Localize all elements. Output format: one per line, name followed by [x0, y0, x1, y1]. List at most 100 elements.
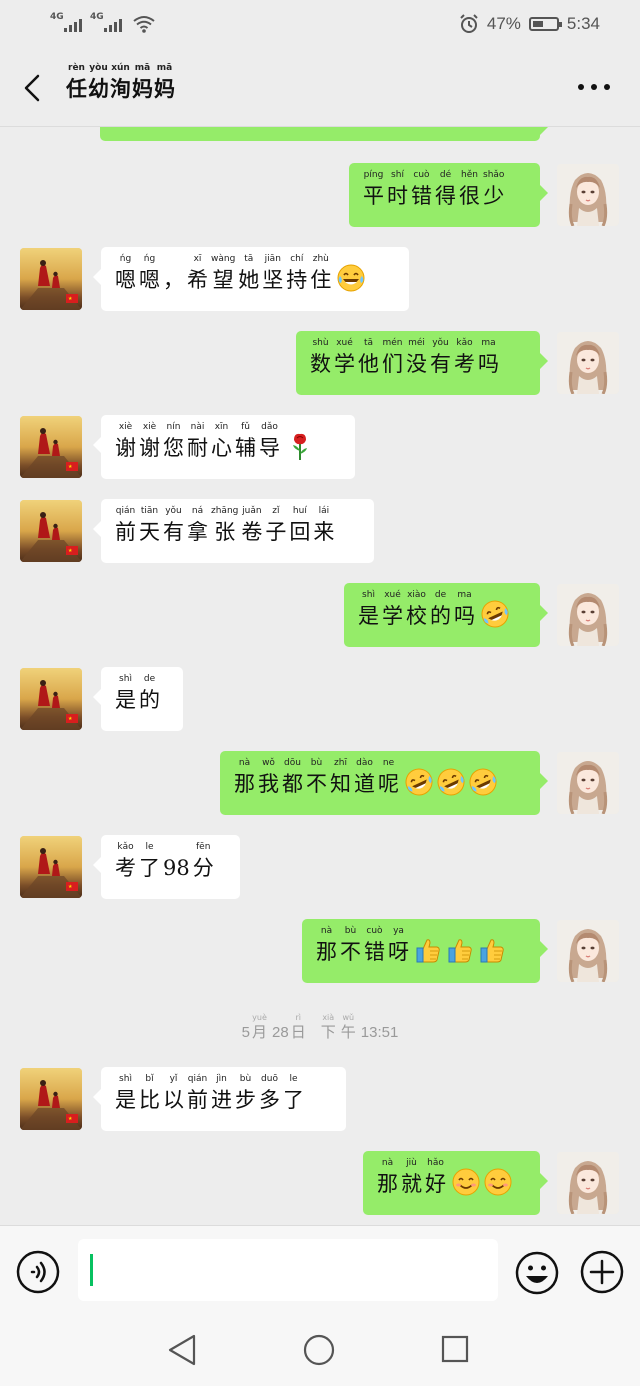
- pinyin: yǐ: [169, 1074, 178, 1084]
- pinyin: jiù: [406, 1158, 417, 1168]
- nav-recent-apps-icon[interactable]: [441, 1335, 469, 1363]
- rofl-emoji-icon: [480, 599, 510, 629]
- pinyin: ya: [393, 926, 404, 936]
- battery-icon: [528, 17, 562, 31]
- pinyin: tiān: [140, 506, 159, 516]
- contact-avatar[interactable]: ★: [20, 668, 82, 730]
- pinyin: le: [145, 842, 154, 852]
- message-char: bǐ 比: [139, 1073, 160, 1115]
- my-avatar[interactable]: [557, 1152, 619, 1214]
- battery-percent: 47%: [486, 14, 521, 33]
- my-avatar[interactable]: [557, 332, 619, 394]
- my-avatar[interactable]: [557, 164, 619, 226]
- sent-message-bubble[interactable]: nà 那 wǒ 我 dōu 都 bù 不 zhī 知 dào 道 ne 呢: [220, 751, 548, 815]
- hanzi: 学: [382, 604, 403, 628]
- message-char: ，: [163, 253, 184, 295]
- message-char: xué 学: [334, 337, 355, 379]
- message-input[interactable]: [78, 1239, 498, 1301]
- pinyin: chí: [290, 254, 304, 264]
- my-avatar[interactable]: [557, 752, 619, 814]
- hanzi: 步: [235, 1088, 256, 1112]
- pinyin: zhāng: [211, 506, 239, 516]
- pinyin: bù: [239, 1074, 252, 1084]
- nav-home-icon[interactable]: [303, 1334, 335, 1366]
- message-char: le 了: [283, 1073, 304, 1115]
- message-char: xiè 谢: [139, 421, 160, 463]
- hanzi: 好: [425, 1172, 446, 1196]
- more-functions-icon[interactable]: [580, 1250, 624, 1294]
- hanzi: 张: [214, 520, 236, 544]
- message-char: ńg 嗯: [139, 253, 160, 295]
- message-char: ná 拿: [187, 505, 208, 547]
- received-message-bubble[interactable]: shì 是 bǐ 比 yǐ 以 qián 前 jìn 进 bù 步 duō 多 le 了: [93, 1067, 346, 1131]
- hanzi: 吗: [478, 352, 499, 376]
- hanzi: 子: [265, 520, 287, 544]
- emoji-picker-icon[interactable]: [514, 1250, 560, 1296]
- pinyin: méi: [408, 338, 425, 348]
- my-avatar[interactable]: [557, 584, 619, 646]
- message-char: kǎo 考: [115, 841, 136, 883]
- voice-input-icon[interactable]: [16, 1250, 60, 1294]
- hanzi: 希: [187, 268, 208, 292]
- pinyin: ma: [457, 590, 472, 600]
- received-message-bubble[interactable]: xiè 谢 xiè 谢 nín 您 nài 耐 xīn 心 fǔ 辅 dǎo 导: [93, 415, 355, 479]
- sent-message-bubble[interactable]: nà 那 bù 不 cuò 错 ya 呀: [302, 919, 548, 983]
- received-message-bubble[interactable]: kǎo 考 le 了 98 fēn 分: [93, 835, 240, 899]
- back-arrow-icon[interactable]: [16, 70, 52, 106]
- pinyin: huí: [292, 506, 307, 516]
- chat-title: rèn 任 yòu 幼 xún 洵 mā 妈 mā 妈: [66, 62, 176, 104]
- received-message-bubble[interactable]: shì 是 de 的: [93, 667, 183, 731]
- smile-emoji-icon: [451, 1167, 481, 1197]
- pinyin: de: [434, 590, 447, 600]
- message-char: méi 没: [406, 337, 427, 379]
- sent-message-bubble[interactable]: píng 平 shí 时 cuò 错 dé 得 hěn 很 shǎo 少: [349, 163, 548, 227]
- svg-text:★: ★: [68, 884, 73, 890]
- message-char: tā 他: [358, 337, 379, 379]
- contact-avatar[interactable]: ★: [20, 416, 82, 478]
- title-char: mā 妈: [132, 62, 153, 104]
- title-hanzi: 妈: [154, 76, 175, 101]
- message-char: zhāng 张: [211, 505, 238, 547]
- sim2-label: 4G: [90, 12, 104, 22]
- more-options-icon[interactable]: [576, 82, 612, 92]
- hanzi: 住: [310, 268, 332, 292]
- pinyin: dào: [356, 758, 373, 768]
- contact-avatar[interactable]: ★: [20, 1068, 82, 1130]
- title-hanzi: 洵: [110, 76, 131, 101]
- chat-header: rèn 任 yòu 幼 xún 洵 mā 妈 mā 妈: [0, 52, 640, 127]
- pinyin: bù: [310, 758, 323, 768]
- message-char: wàng 望: [211, 253, 235, 295]
- message-char: shì 是: [358, 589, 379, 631]
- pinyin: zhī: [334, 758, 347, 768]
- hanzi: 导: [259, 436, 280, 460]
- received-message-bubble[interactable]: qián 前 tiān 天 yǒu 有 ná 拿 zhāng 张 juǎn 卷 zǐ 子 huí 回 lái 来: [93, 499, 374, 563]
- hanzi: 那: [316, 940, 337, 964]
- pinyin: hěn: [461, 170, 478, 180]
- hanzi: 前: [187, 1088, 208, 1112]
- message-char: jiān 坚: [262, 253, 283, 295]
- pinyin: xiè: [118, 422, 133, 432]
- pinyin: xī: [193, 254, 202, 264]
- nav-back-icon[interactable]: [166, 1333, 198, 1367]
- message-list[interactable]: 5 yuè 月 28 rì 日 xià 下 wǔ 午 13:51 píng 平 shí 时 cu…: [0, 127, 640, 1225]
- contact-avatar[interactable]: ★: [20, 248, 82, 310]
- my-avatar[interactable]: [557, 920, 619, 982]
- title-pinyin: mā: [134, 63, 151, 73]
- sent-message-bubble[interactable]: nà 那 jiù 就 hǎo 好: [363, 1151, 548, 1215]
- hanzi: 们: [382, 352, 403, 376]
- thumbs-up-emoji-icon: [478, 935, 508, 965]
- pinyin: zhù: [312, 254, 329, 264]
- clock: 5:34: [566, 14, 600, 33]
- message-char: dào 道: [354, 757, 375, 799]
- timestamp: 5 yuè 月 28 rì 日 xià 下 wǔ 午 13:51: [0, 1012, 640, 1042]
- pinyin: dé: [439, 170, 452, 180]
- contact-avatar[interactable]: ★: [20, 500, 82, 562]
- hanzi: ，: [163, 268, 184, 292]
- received-message-bubble[interactable]: ńg 嗯 ńg 嗯， xī 希 wàng 望 tā 她 jiān 坚 chí 持 zhù 住: [93, 247, 409, 311]
- pinyin: shì: [119, 674, 132, 684]
- partial-message-bubble[interactable]: [100, 127, 548, 141]
- sent-message-bubble[interactable]: shù 数 xué 学 tā 他 mén 们 méi 没 yǒu 有 kǎo 考 ma 吗: [296, 331, 548, 395]
- pinyin: nà: [381, 1158, 394, 1168]
- contact-avatar[interactable]: ★: [20, 836, 82, 898]
- sent-message-bubble[interactable]: shì 是 xué 学 xiào 校 de 的 ma 吗: [344, 583, 548, 647]
